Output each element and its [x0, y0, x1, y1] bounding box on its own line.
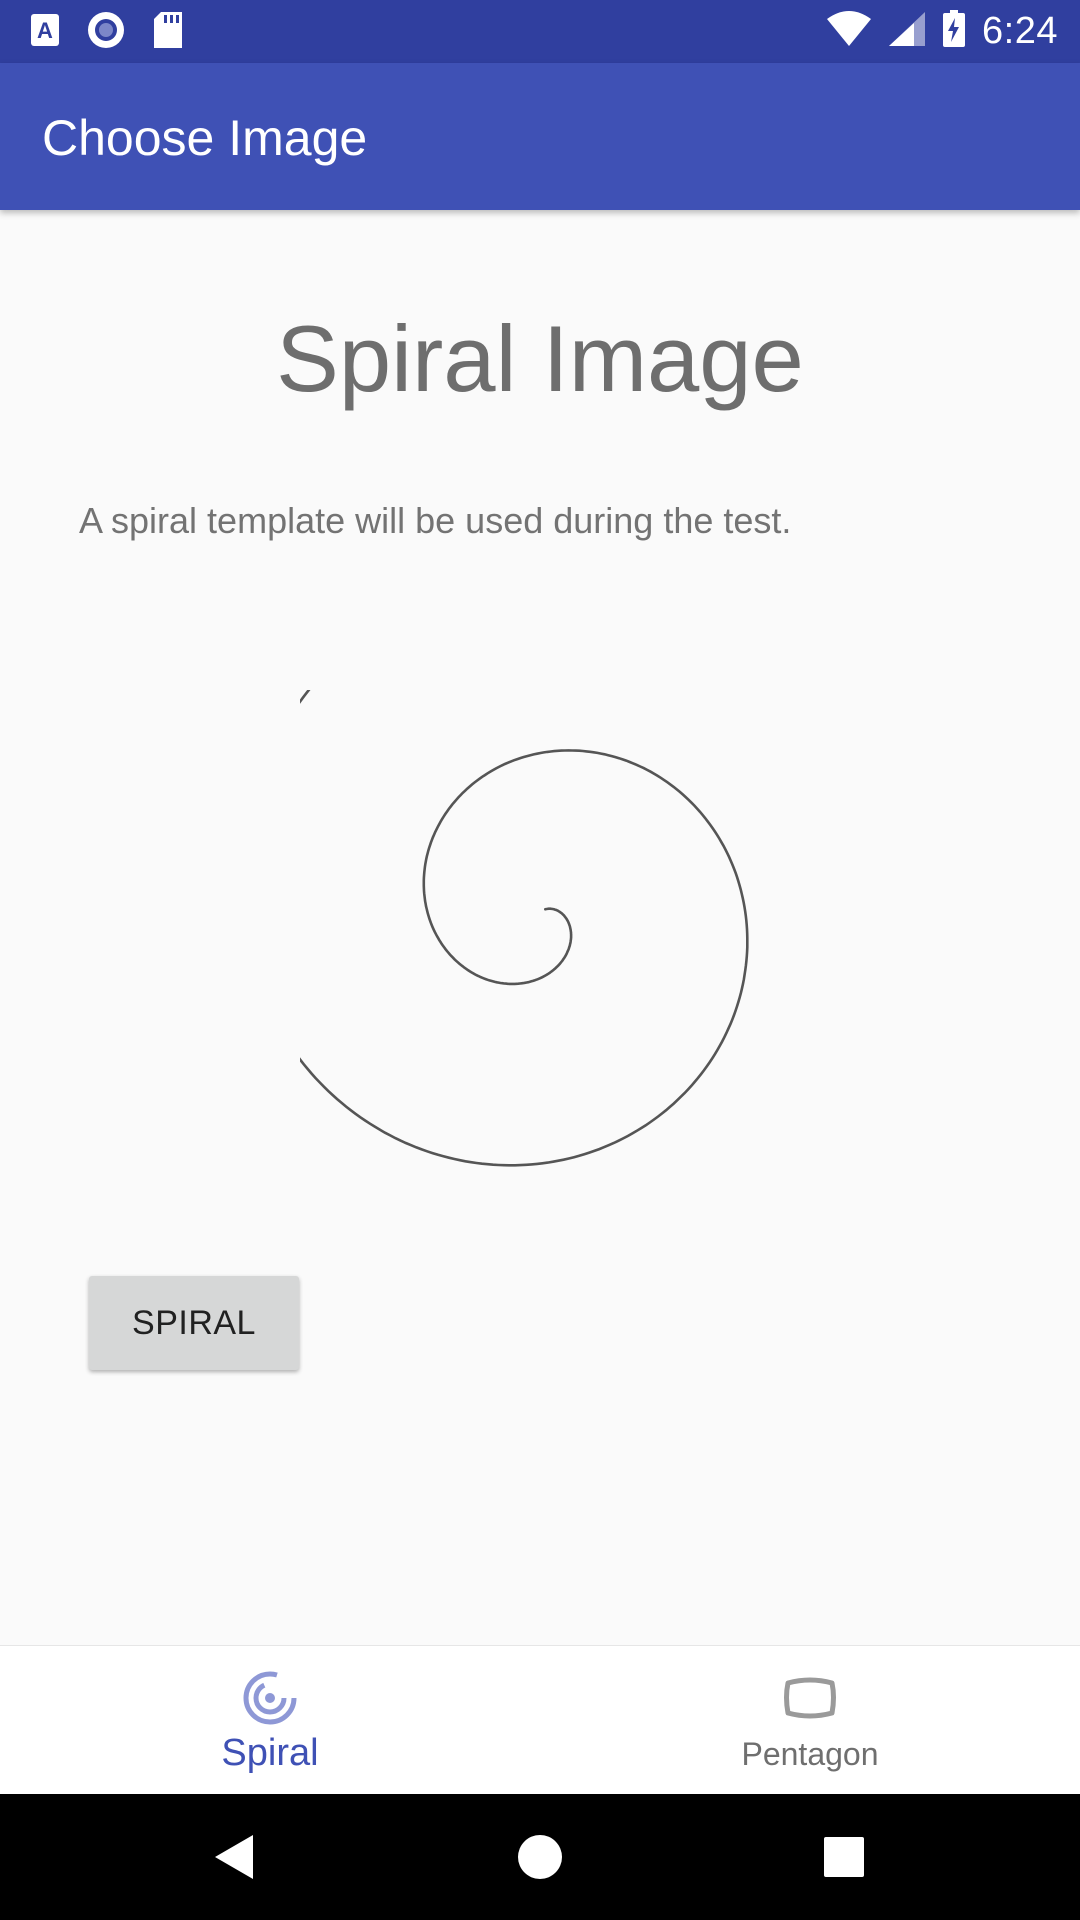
nav-item-spiral[interactable]: Spiral: [0, 1646, 540, 1795]
nav-item-pentagon[interactable]: Pentagon: [540, 1646, 1080, 1795]
home-icon[interactable]: [515, 1832, 565, 1882]
recents-icon[interactable]: [819, 1832, 869, 1882]
nav-label-pentagon: Pentagon: [741, 1736, 879, 1772]
app-bar: Choose Image: [0, 63, 1080, 210]
system-navigation-bar: [0, 1794, 1080, 1920]
page-heading: Spiral Image: [276, 306, 804, 411]
spiral-icon: [240, 1668, 300, 1728]
nav-label-spiral: Spiral: [221, 1732, 319, 1774]
back-icon[interactable]: [210, 1832, 260, 1882]
pentagon-icon: [780, 1668, 840, 1728]
app-title: Choose Image: [42, 110, 368, 166]
circle-record-icon: [86, 10, 126, 55]
wifi-icon: [826, 11, 872, 52]
status-left-icons: A: [30, 10, 184, 55]
battery-charging-icon: [942, 10, 966, 53]
sd-card-icon: [152, 11, 184, 54]
status-time: 6:24: [982, 10, 1058, 52]
signal-icon: [888, 11, 926, 52]
a-notification-icon: A: [30, 13, 60, 52]
bottom-navigation: Spiral Pentagon: [0, 1645, 1080, 1795]
status-right-icons: 6:24: [826, 0, 1058, 63]
main-content: Spiral Image A spiral template will be u…: [0, 210, 1080, 1645]
spiral-image: [300, 690, 749, 1167]
description-text: A spiral template will be used during th…: [79, 500, 792, 541]
status-bar: A 6:24: [0, 0, 1080, 63]
svg-text:A: A: [37, 18, 53, 43]
spiral-button[interactable]: SPIRAL: [89, 1276, 299, 1370]
screen: A 6:24 Choose Image Spiral Image A spira…: [0, 0, 1080, 1920]
